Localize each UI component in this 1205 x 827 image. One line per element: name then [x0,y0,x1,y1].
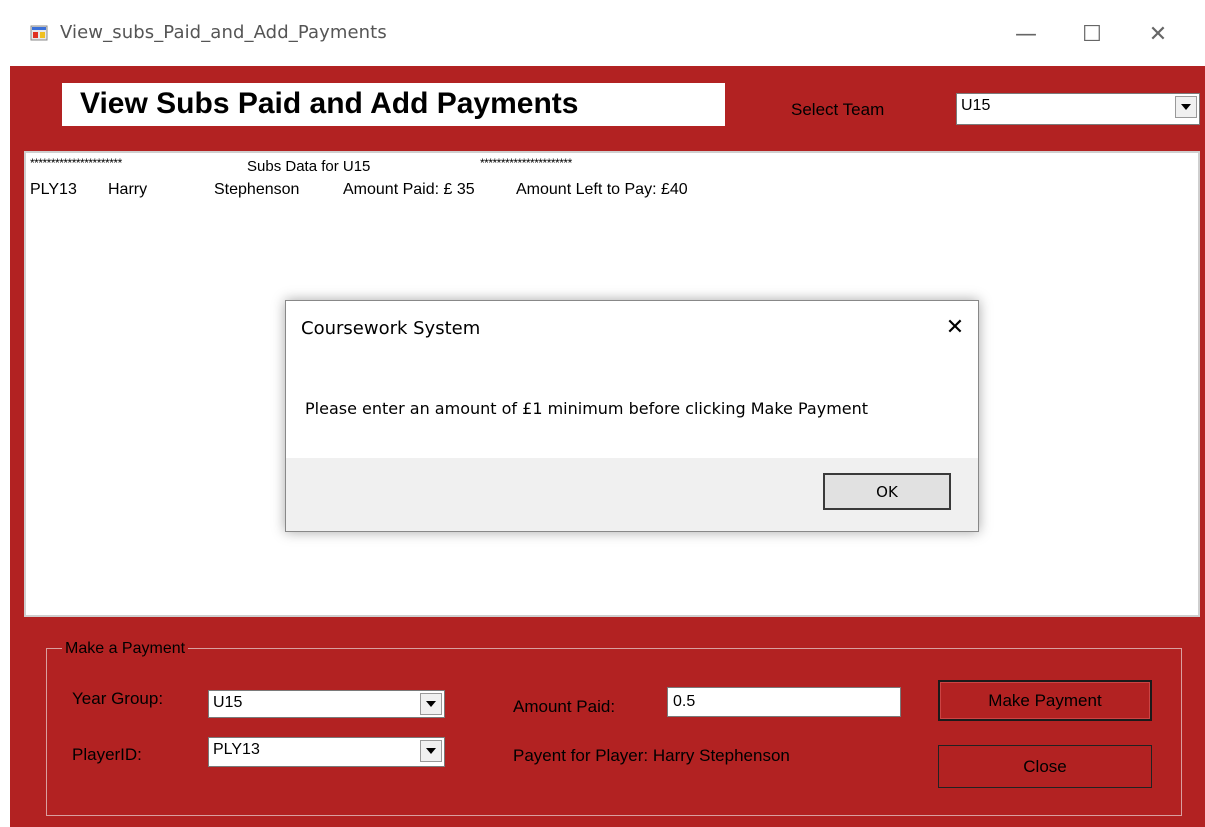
listbox-stars-left: ********************** [30,156,122,170]
make-payment-groupbox [46,648,1182,816]
year-group-label: Year Group: [72,689,164,708]
ok-button[interactable]: OK [823,473,951,510]
minimize-button[interactable]: — [1001,14,1051,54]
list-item-amount-paid[interactable]: Amount Paid: £ 35 [343,181,475,199]
player-id-select[interactable]: PLY13 [208,737,445,767]
list-item-first-name[interactable]: Harry [108,181,147,199]
close-button[interactable]: Close [938,745,1152,788]
chevron-down-icon [1181,104,1191,110]
amount-paid-input[interactable] [667,687,901,717]
player-id-dropdown-button[interactable] [420,740,442,762]
close-icon: ✕ [945,314,965,340]
maximize-button[interactable]: ☐ [1067,14,1117,54]
chevron-down-icon [426,748,436,754]
dialog-close-button[interactable]: ✕ [938,310,972,344]
player-id-label: PlayerID: [72,745,142,764]
left-window-edge [0,66,10,827]
team-select[interactable]: U15 [956,93,1200,125]
player-id-value: PLY13 [213,741,260,758]
chevron-down-icon [426,701,436,707]
window-title: View_subs_Paid_and_Add_Payments [60,22,387,43]
listbox-subs-title: Subs Data for U15 [247,158,371,175]
list-item-last-name[interactable]: Stephenson [214,181,299,199]
list-item-player-id[interactable]: PLY13 [30,181,77,199]
team-select-value: U15 [961,97,991,114]
groupbox-title: Make a Payment [62,640,189,658]
dialog-title: Coursework System [301,318,481,339]
payment-for-player-text: Payent for Player: Harry Stephenson [513,746,790,765]
window-close-button[interactable]: ✕ [1133,14,1183,54]
list-item-amount-left[interactable]: Amount Left to Pay: £40 [516,181,688,199]
team-select-dropdown-button[interactable] [1175,96,1197,118]
dialog-message: Please enter an amount of £1 minimum bef… [305,399,869,418]
year-group-dropdown-button[interactable] [420,693,442,715]
listbox-stars-right: ********************** [480,156,572,170]
year-group-value: U15 [213,694,243,711]
make-payment-button[interactable]: Make Payment [938,680,1152,721]
page-title: View Subs Paid and Add Payments [80,87,579,120]
close-icon: ✕ [1148,21,1168,47]
amount-paid-label: Amount Paid: [513,697,616,716]
minimize-icon: — [1015,21,1037,47]
year-group-select[interactable]: U15 [208,690,445,718]
select-team-label: Select Team [791,100,885,119]
maximize-icon: ☐ [1082,21,1102,47]
app-icon [30,25,48,41]
